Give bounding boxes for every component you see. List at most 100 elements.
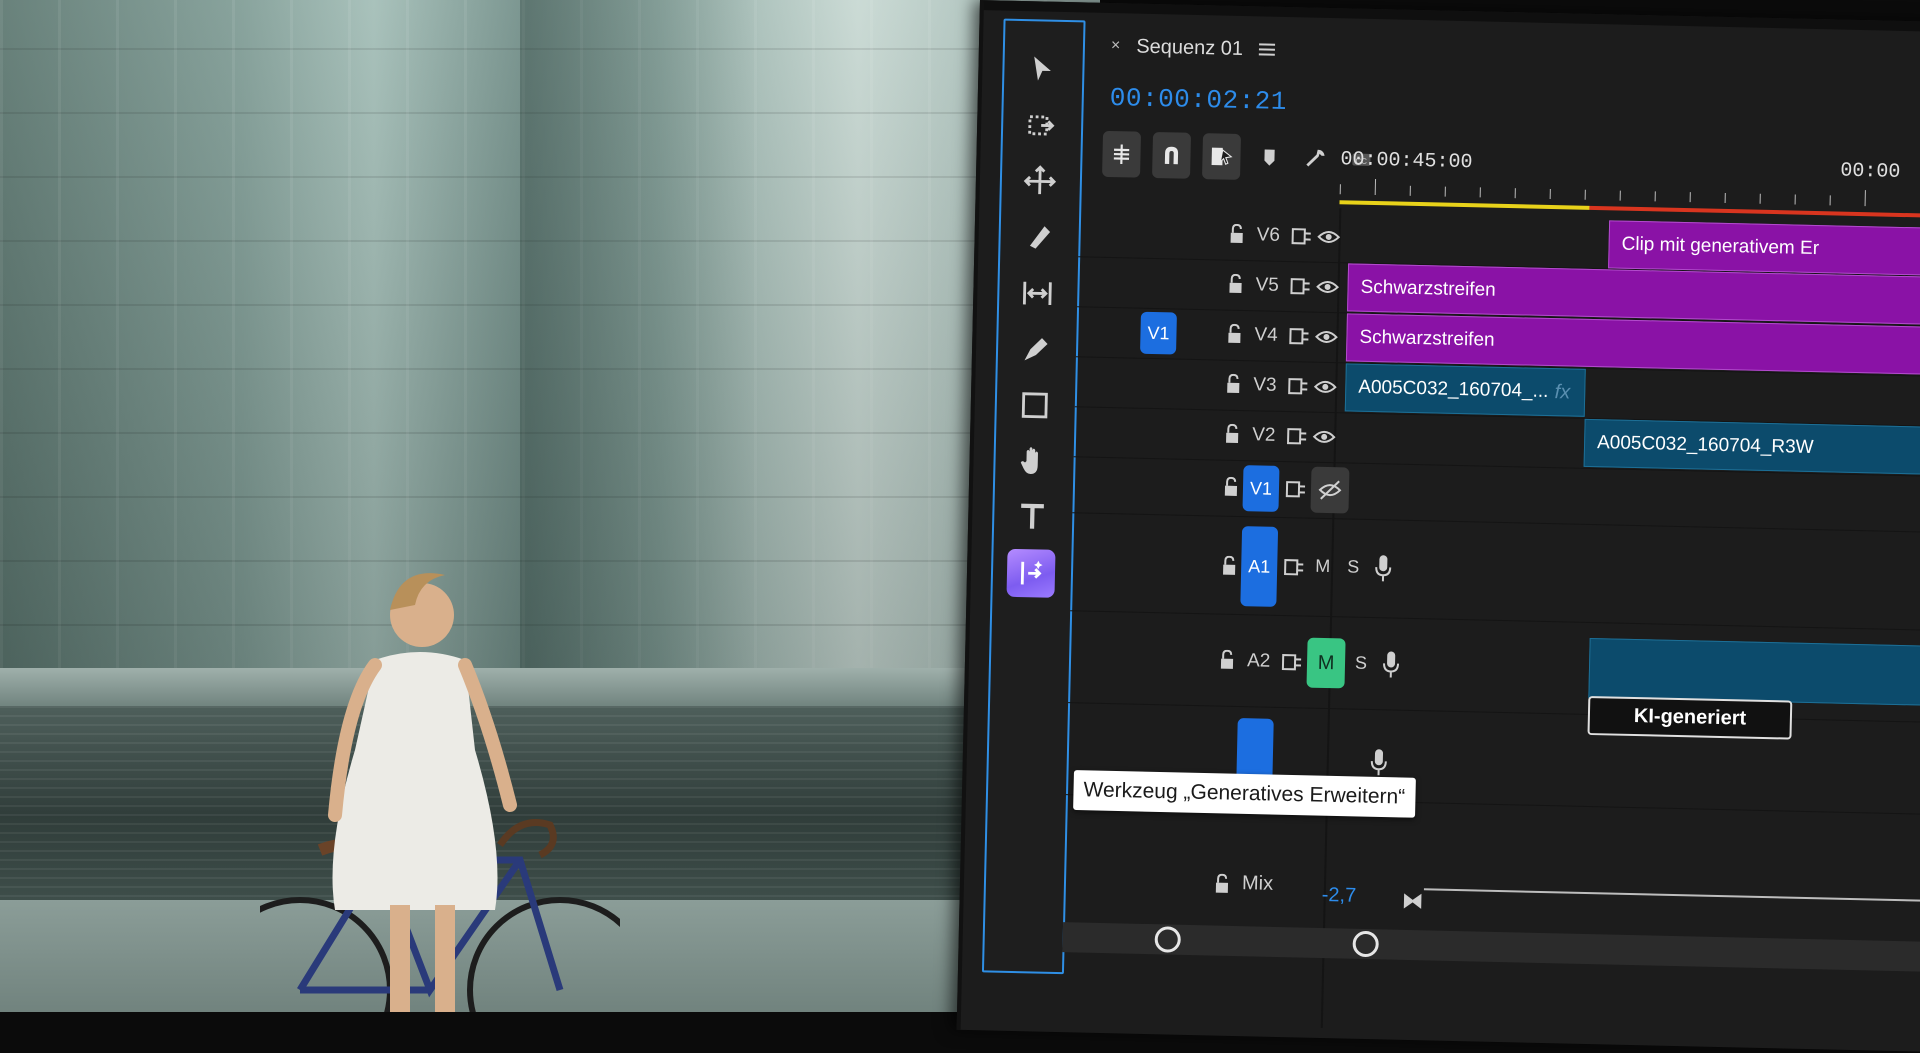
panel-menu-icon[interactable] [1258,42,1276,56]
sync-lock-icon[interactable] [1286,426,1308,446]
ruler-time-start: 00:00:45:00 [1340,148,1473,175]
sync-lock-icon[interactable] [1289,276,1311,296]
eye-icon[interactable] [1314,327,1338,348]
pen-icon[interactable] [1012,325,1061,374]
sync-lock-icon[interactable] [1281,652,1303,672]
work-area-unrendered [1589,205,1920,219]
track-header: V3 [1075,356,1337,412]
solo-button[interactable]: S [1347,556,1359,577]
tools-panel [981,18,1086,975]
tool-tooltip: Werkzeug „Generatives Erweitern“ [1073,770,1416,818]
lock-icon[interactable] [1226,323,1242,344]
track-name: V2 [1251,424,1276,446]
selection-tool-icon[interactable] [1018,45,1067,94]
ruler-tick [1584,189,1586,200]
sequence-title: Sequenz 01 [1136,35,1244,60]
track-target-v1[interactable]: V1 [1242,465,1280,512]
eye-icon[interactable] [1312,427,1336,448]
track-select-icon[interactable] [1017,101,1066,150]
ruler-tick [1514,188,1516,199]
lock-icon[interactable] [1229,223,1245,244]
lock-icon[interactable] [1223,476,1239,497]
add-marker-icon[interactable] [1252,134,1287,181]
ruler-tick [1829,195,1831,206]
eye-icon[interactable] [1316,227,1341,248]
eye-icon[interactable] [1313,377,1337,398]
bowtie-icon[interactable]: ⧓ [1401,888,1424,914]
snap-magnet-icon[interactable] [1152,131,1192,179]
ruler-tick [1794,194,1796,205]
horizontal-scrollbar[interactable] [1062,922,1920,973]
track-header: V6 [1078,206,1341,262]
scroll-handle-right[interactable] [1352,930,1379,958]
ruler-tick [1619,190,1621,201]
clip-a005-1[interactable]: A005C032_160704_... fx [1344,363,1586,417]
ruler-time-end: 00:00 [1840,159,1901,184]
clip-a005-2[interactable]: A005C032_160704_R3W [1583,418,1920,476]
lock-icon[interactable] [1219,649,1235,670]
woman-with-bicycle [207,560,653,1012]
close-tab-icon[interactable]: × [1111,37,1121,55]
track-header: A2 M S [1068,612,1400,708]
lock-icon[interactable] [1227,273,1243,294]
track-header: V2 [1074,406,1336,462]
source-patch-v1[interactable]: V1 [1140,311,1177,355]
eye-icon[interactable] [1315,277,1339,298]
wrench-settings-icon[interactable] [1298,135,1333,182]
razor-icon[interactable] [1014,213,1063,262]
ripple-edit-icon[interactable] [1015,157,1064,206]
track-header: A1 M S [1070,514,1392,616]
track-header: V1 [1072,456,1350,518]
track-name: A2 [1246,650,1271,672]
mix-label: Mix [1241,872,1274,895]
ruler-tick [1479,187,1481,198]
eye-off-icon[interactable] [1310,466,1350,514]
insert-sequence-nested-icon[interactable] [1102,130,1142,178]
sync-lock-icon[interactable] [1285,479,1307,499]
mix-volume-line[interactable] [1423,888,1920,904]
sequence-tab[interactable]: × Sequenz 01 [1111,31,1276,65]
track-name: V6 [1256,224,1281,246]
type-icon[interactable] [1008,493,1057,542]
timeline-controls: CC [1102,130,1379,183]
mute-button[interactable]: M [1315,556,1330,577]
ruler-tick [1689,192,1691,203]
track-name: V4 [1254,324,1278,346]
ruler-tick [1444,186,1446,197]
ruler-tick [1654,191,1656,202]
hand-icon[interactable] [1009,437,1058,486]
ruler-tick [1864,190,1866,207]
sync-lock-icon[interactable] [1290,226,1312,246]
track-name: V5 [1255,274,1280,296]
lock-icon[interactable] [1224,423,1240,444]
sync-lock-icon[interactable] [1288,326,1310,346]
ruler-tick [1409,185,1411,196]
ruler-tick [1759,193,1761,204]
playhead-timecode[interactable]: 00:00:02:21 [1109,83,1287,117]
lock-icon[interactable] [1225,373,1241,394]
sync-lock-icon[interactable] [1287,376,1309,396]
microphone-icon[interactable] [1368,747,1389,777]
track-target-a1[interactable]: A1 [1240,526,1279,607]
generative-extend-icon[interactable] [1006,548,1056,598]
lock-icon[interactable] [1221,555,1237,576]
slip-icon[interactable] [1013,269,1062,318]
microphone-icon[interactable] [1373,553,1394,583]
scroll-handle-left[interactable] [1154,926,1182,953]
lock-icon[interactable] [1214,873,1230,894]
work-area-rendered [1339,200,1590,210]
ruler-tick [1549,188,1551,199]
fx-badge: fx [1554,380,1571,403]
track-name: V3 [1253,374,1277,396]
timeline-panel: × Sequenz 01 00:00:02:21 CC 00:00:45:00 … [956,0,1920,1053]
solo-button[interactable]: S [1355,653,1367,674]
rectangle-icon[interactable] [1010,381,1059,430]
linked-selection-icon[interactable] [1201,133,1242,180]
mute-button-active[interactable]: M [1306,637,1346,689]
mix-track: Mix -2,7 ⧓ [1063,852,1920,932]
track-a1: A1 M S [1070,514,1920,632]
microphone-icon[interactable] [1381,649,1402,679]
sync-lock-icon[interactable] [1283,557,1305,577]
mix-volume-value[interactable]: -2,7 [1322,884,1357,908]
track-header: V5 [1077,256,1339,312]
